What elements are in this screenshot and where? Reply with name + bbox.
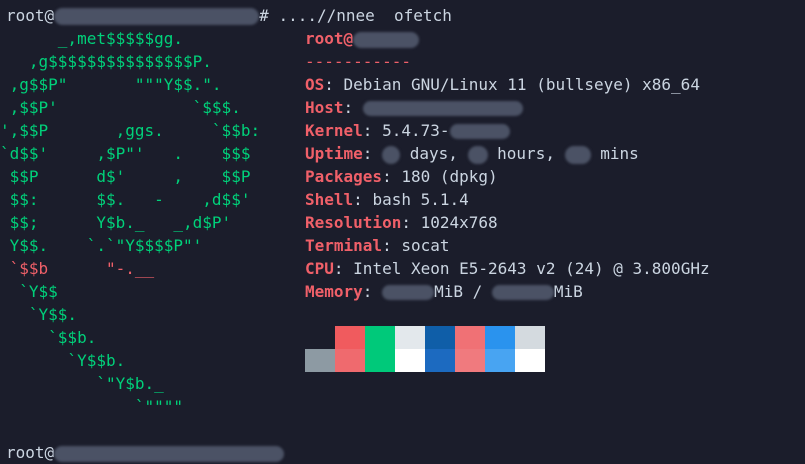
color-swatch — [485, 326, 515, 349]
palette-row — [305, 326, 545, 349]
color-swatch — [395, 326, 425, 349]
terminal-label: Terminal — [305, 236, 383, 255]
logo-line: ,$$P' `$$$. — [0, 98, 241, 117]
logo-line: `Y$$. — [0, 305, 78, 324]
logo-line: _,met$$$$$gg. — [0, 29, 184, 48]
resolution-value: 1024x768 — [420, 213, 498, 232]
memory-unit: MiB — [553, 282, 583, 301]
uptime-mins: mins — [600, 144, 639, 163]
cpu-row: CPU: Intel Xeon E5-2643 v2 (24) @ 3.800G… — [305, 259, 710, 278]
uptime-label: Uptime — [305, 144, 363, 163]
logo-line: `$$b "-.__ — [0, 259, 155, 278]
color-swatch — [305, 349, 335, 372]
redacted-days — [382, 145, 401, 164]
redacted-host-value — [362, 101, 523, 116]
memory-sep: MiB / — [434, 282, 492, 301]
color-swatch — [425, 349, 455, 372]
color-swatch — [455, 326, 485, 349]
cpu-value: Intel Xeon E5-2643 v2 (24) @ 3.800GHz — [353, 259, 710, 278]
memory-row: Memory: MiB / MiB — [305, 282, 583, 301]
user-host-row: root@ — [305, 27, 710, 50]
redacted-memory-used — [382, 285, 435, 300]
logo-line: $$: $$. - ,d$$' — [0, 190, 251, 209]
color-swatch — [515, 326, 545, 349]
prompt-user: root@ — [6, 443, 55, 462]
color-swatch — [365, 326, 395, 349]
color-swatch — [485, 349, 515, 372]
shell-value: bash 5.1.4 — [372, 190, 469, 209]
logo-line: Y$$. `.`"Y$$$$P"' — [0, 236, 203, 255]
kernel-label: Kernel — [305, 121, 363, 140]
color-palette — [305, 326, 545, 372]
logo-line: $$; Y$b._ _,d$P' — [0, 213, 232, 232]
palette-row — [305, 349, 545, 372]
color-swatch — [365, 349, 395, 372]
kernel-value: 5.4.73- — [382, 121, 450, 140]
os-value: Debian GNU/Linux 11 (bullseye) x86_64 — [343, 75, 700, 94]
logo-line: ',$$P ,ggs. `$$b: — [0, 121, 261, 140]
logo-line: `$$b. — [0, 328, 97, 347]
logo-line: ,g$$P" """Y$$.". — [0, 75, 222, 94]
command-prompt-line: root@ # ....//nnee ofetch — [6, 4, 452, 27]
debian-ascii-logo: _,met$$$$$gg. ,g$$$$$$$$$$$$$$$P. ,g$$P"… — [0, 27, 300, 418]
uptime-days: days, — [409, 144, 458, 163]
color-swatch — [455, 349, 485, 372]
logo-line: `Y$$b. — [0, 351, 126, 370]
redacted-hostname — [54, 8, 260, 25]
memory-label: Memory — [305, 282, 363, 301]
logo-line: `d$$' ,$P"' . $$$ — [0, 144, 251, 163]
packages-label: Packages — [305, 167, 383, 186]
uptime-hours: hours, — [497, 144, 555, 163]
redacted-kernel-suffix — [449, 124, 510, 139]
redacted-hostname — [54, 445, 285, 462]
os-label: OS — [305, 75, 325, 94]
resolution-row: Resolution: 1024x768 — [305, 213, 498, 232]
logo-line: ,g$$$$$$$$$$$$$$$P. — [0, 52, 212, 71]
color-swatch — [425, 326, 455, 349]
color-swatch — [515, 349, 545, 372]
shell-row: Shell: bash 5.1.4 — [305, 190, 469, 209]
packages-row: Packages: 180 (dpkg) — [305, 167, 498, 186]
logo-line: `"""" — [0, 397, 184, 416]
redacted-hostname — [353, 31, 420, 48]
color-swatch — [395, 349, 425, 372]
prompt-user: root@ — [6, 6, 55, 25]
shell-label: Shell — [305, 190, 354, 209]
prompt-command: # ....//nnee ofetch — [259, 6, 452, 25]
host-row: Host: — [305, 96, 710, 119]
terminal-value: socat — [401, 236, 450, 255]
resolution-label: Resolution — [305, 213, 402, 232]
color-swatch — [335, 349, 365, 372]
os-row: OS: Debian GNU/Linux 11 (bullseye) x86_6… — [305, 75, 700, 94]
system-info-panel: root@ ----------- OS: Debian GNU/Linux 1… — [305, 27, 710, 303]
logo-line: `"Y$b._ — [0, 374, 164, 393]
separator-line: ----------- — [305, 52, 411, 71]
logo-line: $$P d$' , $$P — [0, 167, 251, 186]
kernel-row: Kernel: 5.4.73- — [305, 119, 710, 142]
redacted-mins — [564, 145, 591, 164]
terminal-row: Terminal: socat — [305, 236, 450, 255]
host-label: Host — [305, 98, 344, 117]
packages-value: 180 (dpkg) — [401, 167, 498, 186]
redacted-memory-total — [491, 285, 554, 300]
redacted-hours — [467, 145, 488, 164]
color-swatch — [305, 326, 335, 349]
separator-row: ----------- — [305, 50, 710, 73]
color-swatch — [335, 326, 365, 349]
logo-line: `Y$$ — [0, 282, 58, 301]
user-label: root@ — [305, 29, 354, 48]
uptime-row: Uptime: days, hours, mins — [305, 144, 639, 164]
cpu-label: CPU — [305, 259, 334, 278]
terminal-window[interactable]: root@ # ....//nnee ofetch _,met$$$$$gg. ,… — [0, 0, 805, 462]
